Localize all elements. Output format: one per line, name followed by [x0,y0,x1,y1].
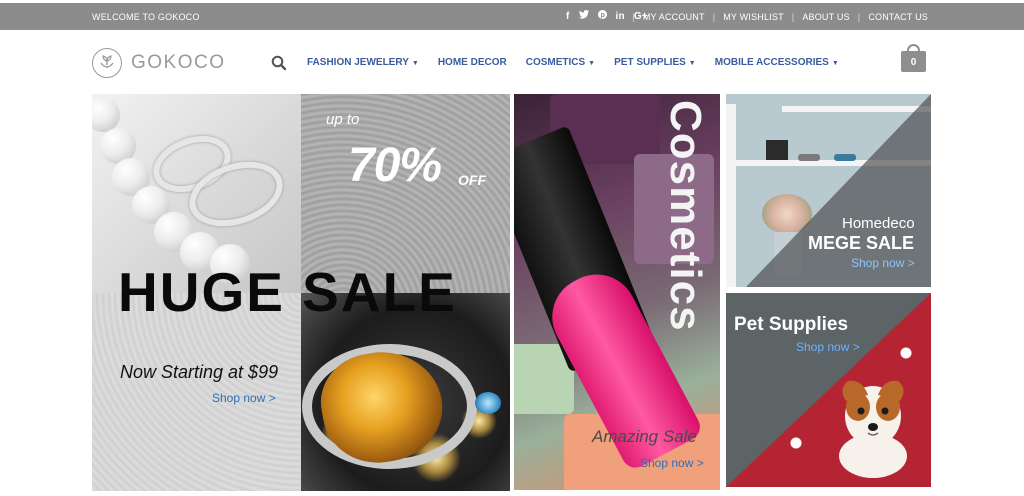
chevron-down-icon: ▼ [688,60,696,67]
separator: | [712,12,716,22]
mege-sale-text: MEGE SALE [808,233,915,253]
amazing-sale-text: Amazing Sale [592,427,697,446]
homedeco-title: Homedeco [842,215,915,232]
huge-sale-banner[interactable]: up to 70% OFF HUGE SALE Now Starting at … [92,94,510,491]
search-icon[interactable] [271,55,287,71]
my-account-link[interactable]: MY ACCOUNT [643,12,705,22]
nav-mobile-accessories[interactable]: MOBILE ACCESSORIES ▼ [715,57,839,68]
separator: | [791,12,795,22]
shelf [782,106,931,112]
nav-label: HOME DECOR [437,57,507,68]
contact-us-link[interactable]: CONTACT US [868,12,928,22]
main-nav: FASHION JEWELERY ▼ HOME DECOR COSMETICS ▼ … [307,57,839,68]
nav-label: MOBILE ACCESSORIES [714,57,829,68]
nav-label: COSMETICS [525,57,586,68]
my-wishlist-link[interactable]: MY WISHLIST [723,12,784,22]
site-header: GOKOCO FASHION JEWELERY ▼ HOME DECOR COSM… [0,30,1024,94]
cosmetics-banner[interactable]: Cosmetics Amazing Sale Shop now > [514,94,720,490]
shop-now-link[interactable]: Shop now > [796,340,860,354]
logo[interactable]: GOKOCO [92,48,226,78]
chevron-down-icon: ▼ [411,60,419,67]
pearl-image [92,98,120,132]
decor-car-image [834,154,856,161]
shelf [726,104,736,287]
shop-now-link[interactable]: Shop now > [212,391,276,405]
nav-home-decor[interactable]: HOME DECOR [438,57,507,68]
separator: | [857,12,861,22]
chevron-down-icon: ▼ [588,60,596,67]
svg-text:p: p [600,12,604,19]
starting-price-text: Now Starting at $99 [120,362,279,382]
nav-label: FASHION JEWELERY [307,57,409,68]
nav-cosmetics[interactable]: COSMETICS ▼ [526,57,595,68]
account-links: | MY ACCOUNT | MY WISHLIST | ABOUT US | … [624,12,928,22]
off-text: OFF [458,172,486,188]
facebook-icon[interactable]: f [566,11,570,22]
decor-house-image [766,140,788,160]
shop-now-link[interactable]: Shop now > [640,456,704,470]
pet-supplies-title: Pet Supplies [734,314,849,335]
nav-label: PET SUPPLIES [614,57,686,68]
cart-button[interactable]: 0 [901,44,926,72]
sale-headline: HUGE SALE [118,261,457,323]
pinterest-icon[interactable]: p [597,10,607,22]
chevron-down-icon: ▼ [831,60,839,67]
upto-text: up to [326,111,360,128]
nav-fashion-jewelery[interactable]: FASHION JEWELERY ▼ [307,57,419,68]
pet-supplies-banner[interactable]: Pet Supplies Shop now > [726,293,931,487]
homedeco-banner[interactable]: Homedeco MEGE SALE Shop now > [726,94,931,287]
top-bar: WELCOME TO GOKOCO f p in G+ | MY ACCOUNT… [0,3,1024,30]
decor-car-image [798,154,820,161]
cosmetics-title: Cosmetics [661,100,710,332]
cart-count: 0 [910,57,917,68]
nav-pet-supplies[interactable]: PET SUPPLIES ▼ [614,57,696,68]
shop-now-link[interactable]: Shop now > [851,256,915,270]
welcome-text: WELCOME TO GOKOCO [92,12,200,22]
discount-percent: 70% [348,139,442,192]
sprout-icon [92,48,122,78]
brand-name: GOKOCO [131,52,226,73]
puppy-image [828,371,918,479]
gemstone-image [475,392,501,414]
separator: | [632,12,635,22]
page: WELCOME TO GOKOCO f p in G+ | MY ACCOUNT… [0,0,1024,496]
about-us-link[interactable]: ABOUT US [802,12,849,22]
twitter-icon[interactable] [578,10,589,22]
